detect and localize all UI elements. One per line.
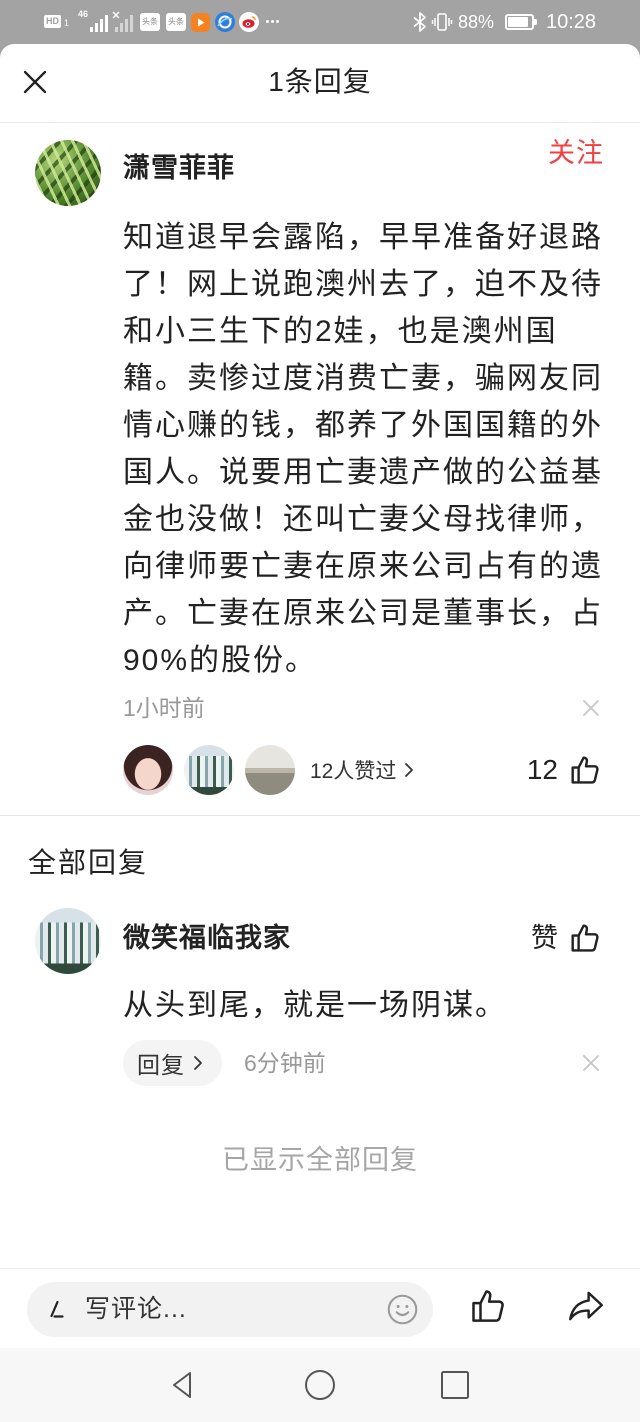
thumbs-up-icon bbox=[571, 924, 599, 952]
hd-badge: HD bbox=[44, 15, 61, 28]
avatar[interactable] bbox=[35, 140, 101, 206]
nav-recent-apps-button[interactable] bbox=[438, 1368, 472, 1402]
network-type-label: 46 bbox=[78, 9, 89, 19]
comment-input-container[interactable] bbox=[27, 1282, 433, 1337]
like-count: 12 bbox=[526, 754, 558, 785]
close-small-icon bbox=[583, 700, 599, 716]
share-icon bbox=[569, 1291, 603, 1321]
nav-back-button[interactable] bbox=[166, 1368, 200, 1402]
like-article-button[interactable] bbox=[468, 1286, 508, 1326]
bluetooth-icon bbox=[413, 12, 426, 32]
comment-author-name[interactable]: 潇雪菲菲 bbox=[123, 150, 235, 186]
chevron-right-icon bbox=[405, 763, 414, 777]
replies-sheet: 1条回复 潇雪菲菲 关注 知道退早会露陷，早早准备好退路了！网上说跑澳州去了，迫… bbox=[0, 44, 640, 1348]
reply-author-name[interactable]: 微笑福临我家 bbox=[123, 920, 291, 956]
battery-level-fill bbox=[508, 17, 529, 27]
video-app-icon bbox=[191, 13, 210, 32]
sim-slot-label: 1 bbox=[64, 18, 70, 28]
follow-button[interactable]: 关注 bbox=[548, 135, 604, 171]
back-triangle-icon bbox=[173, 1372, 191, 1398]
replies-heading: 全部回复 bbox=[28, 847, 149, 878]
reply-button[interactable]: 回复 bbox=[123, 1040, 222, 1086]
more-notifications-icon bbox=[266, 20, 279, 23]
comment-text: 知道退早会露陷，早早准备好退路了！网上说跑澳州去了，迫不及待和小三生下的2娃，也… bbox=[123, 221, 603, 677]
liked-by-label: 12人赞过 bbox=[310, 760, 397, 783]
close-small-icon bbox=[583, 1055, 599, 1071]
system-navigation-bar bbox=[0, 1348, 640, 1422]
browser-app-icon bbox=[215, 12, 235, 32]
like-label: 赞 bbox=[531, 923, 558, 953]
liker-avatar[interactable] bbox=[245, 745, 295, 795]
dismiss-button[interactable] bbox=[581, 698, 601, 718]
liker-avatar[interactable] bbox=[123, 745, 173, 795]
reply-timestamp: 6分钟前 bbox=[244, 1050, 326, 1076]
comment-timestamp: 1小时前 bbox=[123, 695, 205, 721]
main-comment: 潇雪菲菲 关注 知道退早会露陷，早早准备好退路了！网上说跑澳州去了，迫不及待和小… bbox=[0, 123, 640, 816]
reply-text: 从头到尾，就是一场阴谋。 bbox=[123, 989, 507, 1022]
avatar[interactable] bbox=[35, 908, 101, 974]
toutiao-app-icon: 头条 bbox=[166, 13, 186, 31]
signal-strength-icon bbox=[90, 12, 108, 32]
end-of-replies-notice: 已显示全部回复 bbox=[222, 1145, 418, 1175]
comment-composer-bar bbox=[0, 1268, 640, 1348]
signal-no-service-icon bbox=[112, 11, 133, 32]
battery-percent: 88% bbox=[458, 12, 495, 32]
battery-nub bbox=[534, 19, 537, 25]
chevron-right-icon bbox=[194, 1056, 202, 1070]
like-button[interactable]: 赞 bbox=[531, 918, 602, 958]
liker-avatar[interactable] bbox=[184, 745, 234, 795]
status-bar: HD 1 46 头条 头条 88% 10:28 bbox=[0, 0, 640, 44]
nav-home-button[interactable] bbox=[303, 1368, 337, 1402]
toutiao-app-icon: 头条 bbox=[140, 13, 160, 31]
battery-icon bbox=[505, 14, 534, 30]
thumbs-up-icon bbox=[571, 756, 599, 784]
sheet-header: 1条回复 bbox=[0, 44, 640, 123]
comment-input[interactable] bbox=[85, 1291, 377, 1328]
home-circle-icon bbox=[305, 1370, 335, 1400]
emoji-button[interactable] bbox=[386, 1293, 419, 1326]
share-button[interactable] bbox=[565, 1285, 607, 1327]
like-button[interactable]: 12 bbox=[527, 750, 602, 790]
thumbs-up-icon bbox=[472, 1290, 504, 1322]
page-title: 1条回复 bbox=[268, 66, 372, 97]
replies-section: 全部回复 微笑福临我家 赞 从头到尾，就是一场阴谋。 回复 6分钟前 已显示全部… bbox=[0, 816, 640, 1268]
dismiss-button[interactable] bbox=[581, 1053, 601, 1073]
pen-icon bbox=[50, 1300, 64, 1318]
vibrate-icon bbox=[431, 13, 453, 31]
liked-by-link[interactable]: 12人赞过 bbox=[310, 755, 416, 785]
status-clock: 10:28 bbox=[546, 11, 597, 33]
weibo-icon bbox=[239, 12, 259, 32]
smiley-icon bbox=[387, 1294, 418, 1325]
list-item: 微笑福临我家 赞 从头到尾，就是一场阴谋。 回复 6分钟前 bbox=[0, 894, 640, 1104]
reply-button-label: 回复 bbox=[137, 1052, 185, 1078]
recent-square-icon bbox=[441, 1371, 469, 1399]
